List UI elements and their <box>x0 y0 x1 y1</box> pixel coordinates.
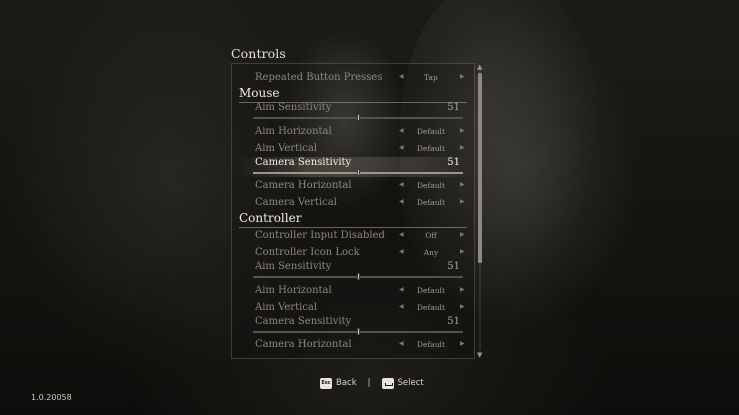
scroll-down-icon[interactable]: ▼ <box>477 352 482 359</box>
option-label: Repeated Button Presses <box>255 72 383 83</box>
slider-mouse-camera-sensitivity[interactable]: Camera Sensitivity 51 <box>238 157 470 177</box>
option-controller-input-disabled[interactable]: Controller Input Disabled ◀ Off ▶ <box>238 229 470 244</box>
slider-value: 51 <box>447 157 460 168</box>
slider-mouse-aim-sensitivity[interactable]: Aim Sensitivity 51 <box>238 102 470 122</box>
option-repeated-button-presses[interactable]: Repeated Button Presses ◀ Tap ▶ <box>238 71 470 86</box>
option-mouse-camera-horizontal[interactable]: Camera Horizontal ◀ Default ▶ <box>238 179 470 194</box>
option-label: Camera Vertical <box>255 197 337 208</box>
left-arrow-icon[interactable]: ◀ <box>399 248 404 255</box>
left-arrow-icon[interactable]: ◀ <box>399 303 404 310</box>
option-value: Off <box>425 231 437 240</box>
slider-label: Aim Sensitivity <box>255 102 332 113</box>
option-value: Default <box>417 144 445 153</box>
option-mouse-camera-vertical[interactable]: Camera Vertical ◀ Default ▶ <box>238 196 470 211</box>
option-label: Aim Horizontal <box>255 126 332 137</box>
right-arrow-icon[interactable]: ▶ <box>460 127 465 134</box>
option-label: Aim Vertical <box>255 302 318 313</box>
option-label: Controller Input Disabled <box>255 230 385 241</box>
right-arrow-icon[interactable]: ▶ <box>460 303 465 310</box>
slider-controller-camera-sensitivity[interactable]: Camera Sensitivity 51 <box>238 316 470 336</box>
left-arrow-icon[interactable]: ◀ <box>399 181 404 188</box>
left-arrow-icon[interactable]: ◀ <box>399 286 404 293</box>
option-mouse-aim-vertical[interactable]: Aim Vertical ◀ Default ▶ <box>238 142 470 157</box>
slider-label: Camera Sensitivity <box>255 157 352 168</box>
left-arrow-icon[interactable]: ◀ <box>399 340 404 347</box>
option-value: Default <box>417 127 445 136</box>
slider-controller-aim-sensitivity[interactable]: Aim Sensitivity 51 <box>238 261 470 281</box>
option-label: Aim Vertical <box>255 143 318 154</box>
right-arrow-icon[interactable]: ▶ <box>460 144 465 151</box>
scroll-up-icon[interactable]: ▲ <box>477 64 482 71</box>
option-controller-icon-lock[interactable]: Controller Icon Lock ◀ Any ▶ <box>238 246 470 261</box>
slider-value: 51 <box>447 102 460 113</box>
left-arrow-icon[interactable]: ◀ <box>399 144 404 151</box>
section-header-mouse: Mouse <box>239 86 467 103</box>
select-button[interactable]: Select <box>398 378 424 388</box>
right-arrow-icon[interactable]: ▶ <box>460 181 465 188</box>
slider-value: 51 <box>447 316 460 327</box>
left-arrow-icon[interactable]: ◀ <box>399 73 404 80</box>
scroll-thumb[interactable] <box>478 73 482 263</box>
slider-label: Camera Sensitivity <box>255 316 352 327</box>
page-title: Controls <box>231 46 286 61</box>
right-arrow-icon[interactable]: ▶ <box>460 73 465 80</box>
option-label: Controller Icon Lock <box>255 247 360 258</box>
option-value: Tap <box>424 73 438 82</box>
option-value: Default <box>417 198 445 207</box>
slider-knob[interactable] <box>356 273 360 280</box>
option-value: Default <box>417 340 445 349</box>
right-arrow-icon[interactable]: ▶ <box>460 340 465 347</box>
back-button[interactable]: Back <box>336 378 357 388</box>
option-value: Any <box>423 248 439 257</box>
slider-knob[interactable] <box>356 328 360 335</box>
right-arrow-icon[interactable]: ▶ <box>460 286 465 293</box>
option-mouse-aim-horizontal[interactable]: Aim Horizontal ◀ Default ▶ <box>238 125 470 140</box>
option-label: Camera Horizontal <box>255 339 352 350</box>
right-arrow-icon[interactable]: ▶ <box>460 198 465 205</box>
left-arrow-icon[interactable]: ◀ <box>399 198 404 205</box>
option-controller-camera-horizontal[interactable]: Camera Horizontal ◀ Default ▶ <box>238 338 470 353</box>
left-arrow-icon[interactable]: ◀ <box>399 127 404 134</box>
scrollbar[interactable]: ▲ ▼ <box>476 63 485 359</box>
footer-prompts: Esc Back | Select <box>320 375 424 391</box>
option-controller-aim-horizontal[interactable]: Aim Horizontal ◀ Default ▶ <box>238 284 470 299</box>
left-arrow-icon[interactable]: ◀ <box>399 231 404 238</box>
option-label: Camera Horizontal <box>255 180 352 191</box>
slider-knob[interactable] <box>356 169 360 176</box>
slider-value: 51 <box>447 261 460 272</box>
slider-knob[interactable] <box>356 114 360 121</box>
option-value: Default <box>417 303 445 312</box>
slider-label: Aim Sensitivity <box>255 261 332 272</box>
esc-key-icon[interactable]: Esc <box>320 377 332 389</box>
right-arrow-icon[interactable]: ▶ <box>460 231 465 238</box>
version-label: 1.0.20058 <box>31 393 72 402</box>
option-value: Default <box>417 286 445 295</box>
right-arrow-icon[interactable]: ▶ <box>460 248 465 255</box>
game-menu-screen: Controls ▲ ▼ Repeated Button Presses ◀ T… <box>0 0 739 415</box>
space-key-icon[interactable] <box>381 377 394 389</box>
option-value: Default <box>417 181 445 190</box>
option-label: Aim Horizontal <box>255 285 332 296</box>
section-header-controller: Controller <box>239 211 467 228</box>
footer-separator: | <box>367 378 371 388</box>
option-controller-aim-vertical[interactable]: Aim Vertical ◀ Default ▶ <box>238 301 470 316</box>
